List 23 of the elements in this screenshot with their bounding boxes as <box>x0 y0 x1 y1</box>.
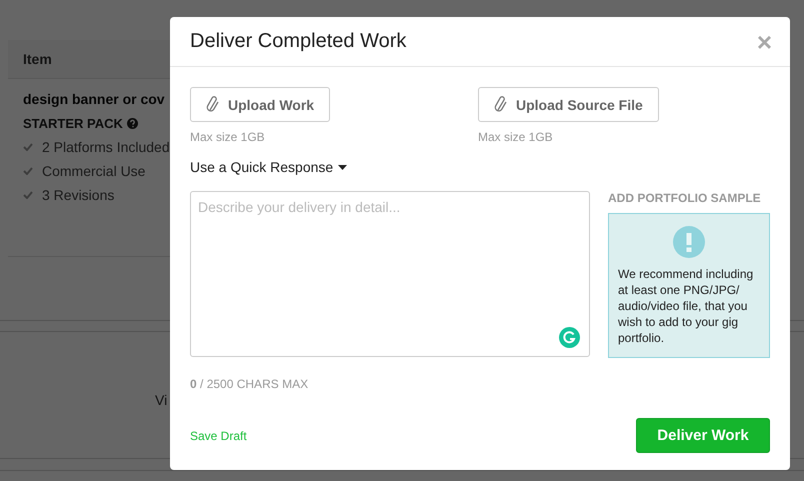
size-note: Max size 1GB <box>190 130 266 144</box>
upload-button[interactable]: Upload Source File <box>478 87 659 122</box>
quick-response-dropdown[interactable]: Use a Quick Response <box>190 159 348 175</box>
link-text: Vi <box>155 392 168 408</box>
char-count: 0 / 2500 CHARS MAX <box>190 377 310 391</box>
package-name: STARTER PACK <box>23 116 123 131</box>
help-icon <box>126 118 138 129</box>
item-title: design banner or cov <box>23 91 166 107</box>
delivery-field[interactable]: Describe your delivery in detail... <box>190 191 590 357</box>
paperclip-icon <box>494 94 508 114</box>
portfolio-text: We recommend including at least one PNG/JPG/ audio/video file, that you wish to add to your gig portfolio. <box>618 266 754 346</box>
upload-button[interactable]: Upload Work <box>190 87 330 122</box>
exclamation-icon <box>673 226 705 258</box>
size-note: Max size 1GB <box>478 130 554 144</box>
feature-label: Commercial Use <box>42 163 146 179</box>
paperclip-icon <box>206 94 220 114</box>
check-icon <box>23 167 33 175</box>
check-icon <box>23 191 33 199</box>
check-icon <box>23 143 33 151</box>
feature-label: 2 Platforms Included <box>42 139 170 155</box>
feature-label: 3 Revisions <box>42 187 114 203</box>
portfolio-heading: ADD PORTFOLIO SAMPLE <box>608 191 762 205</box>
caret-icon <box>338 164 348 170</box>
